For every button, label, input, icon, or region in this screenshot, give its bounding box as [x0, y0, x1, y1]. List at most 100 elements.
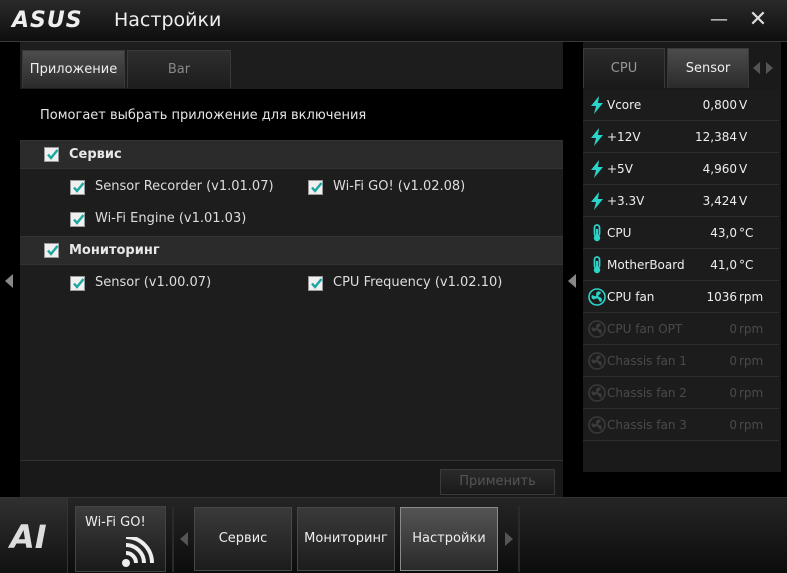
sensor-row: MotherBoard 41,0 °C [583, 250, 779, 281]
category-monitoring-label: Мониторинг [69, 243, 160, 258]
sensor-unit: rpm [739, 418, 764, 432]
sensor-value: 12,384 [695, 130, 737, 144]
divider [518, 506, 520, 572]
sensor-row: Vcore 0,800 V [583, 90, 779, 121]
sensor-name: +12V [607, 130, 641, 144]
category-service: Сервис [20, 140, 563, 169]
sensor-row: Chassis fan 1 0 rpm [583, 346, 779, 377]
ai-suite-logo-text: AI [10, 518, 47, 556]
description-text: Помогает выбрать приложение для включени… [20, 89, 563, 140]
sensor-name: MotherBoard [607, 258, 685, 272]
tab-application[interactable]: Приложение [22, 50, 125, 88]
checkmark-icon [73, 278, 85, 289]
sensor-value: 0 [729, 418, 737, 432]
service-items: Sensor Recorder (v1.01.07) Wi-Fi GO! (v1… [20, 170, 563, 234]
item-sensor-checkbox[interactable] [70, 276, 85, 291]
tab-bar: Приложение Bar [20, 48, 563, 88]
checkmark-icon [311, 182, 323, 193]
sensor-row: Chassis fan 3 0 rpm [583, 410, 779, 441]
voltage-icon [588, 128, 606, 146]
checkmark-icon [73, 182, 85, 193]
sensor-name: +3.3V [607, 194, 645, 208]
nav-button-monitoring[interactable]: Мониторинг [297, 507, 395, 571]
settings-panel: Приложение Bar Помогает выбрать приложен… [20, 42, 563, 497]
tab-sensor[interactable]: Sensor [667, 48, 749, 88]
sensor-value: 3,424 [702, 194, 737, 208]
sensor-name: Chassis fan 1 [607, 354, 687, 368]
sensor-unit: rpm [739, 290, 764, 304]
sensor-value: 41,0 [710, 258, 737, 272]
sensor-name: +5V [607, 162, 633, 176]
scroll-left-arrow-icon[interactable] [5, 274, 13, 288]
sensor-value: 0 [729, 386, 737, 400]
bottom-scroll-right-icon[interactable] [505, 532, 513, 546]
sensor-name: Chassis fan 2 [607, 386, 687, 400]
sensor-value: 0 [729, 322, 737, 336]
window-title: Настройки [114, 9, 222, 31]
sensor-unit: rpm [739, 354, 764, 368]
checkmark-icon [47, 149, 59, 160]
voltage-icon [588, 96, 606, 114]
nav-button-service[interactable]: Сервис [194, 507, 292, 571]
sensor-value: 0 [729, 354, 737, 368]
tab-scroll-arrows-icon[interactable] [753, 62, 773, 77]
wifi-signal-icon [122, 537, 154, 567]
sensor-row: CPU 43,0 °C [583, 218, 779, 249]
category-monitoring-checkbox[interactable] [44, 243, 59, 258]
item-sensor-recorder-checkbox[interactable] [70, 180, 85, 195]
sensor-unit: V [739, 194, 748, 208]
sensor-name: CPU fan OPT [607, 322, 683, 336]
wifi-go-tile-label: Wi-Fi GO! [85, 515, 146, 530]
fan-icon [588, 416, 606, 434]
sensor-unit: V [739, 162, 748, 176]
sensor-row: CPU fan OPT 0 rpm [583, 314, 779, 345]
fan-icon [588, 320, 606, 338]
sensor-unit: °C [739, 258, 754, 272]
sensor-row: CPU fan 1036 rpm [583, 282, 779, 313]
bottom-bar: AI Wi-Fi GO! Сервис Мониторинг Настройки [0, 497, 787, 573]
apply-button[interactable]: Применить [440, 469, 555, 495]
sensor-row: +5V 4,960 V [583, 154, 779, 185]
item-sensor-label: Sensor (v1.00.07) [95, 275, 212, 290]
item-wifi-engine-checkbox[interactable] [70, 212, 85, 227]
item-wifi-engine-label: Wi-Fi Engine (v1.01.03) [95, 211, 247, 226]
sensor-unit: V [739, 130, 748, 144]
tab-bar-settings[interactable]: Bar [127, 50, 231, 88]
item-wifi-go-checkbox[interactable] [308, 180, 323, 195]
close-button[interactable]: ✕ [743, 6, 773, 34]
sensor-value: 43,0 [710, 226, 737, 240]
checkmark-icon [311, 278, 323, 289]
ai-suite-logo: AI [0, 498, 68, 573]
item-sensor-recorder-label: Sensor Recorder (v1.01.07) [95, 179, 274, 194]
category-monitoring: Мониторинг [20, 236, 563, 265]
bottom-scroll-left-icon[interactable] [180, 532, 188, 546]
monitoring-items: Sensor (v1.00.07) CPU Frequency (v1.02.1… [20, 266, 563, 300]
category-service-label: Сервис [69, 147, 122, 162]
sensor-name: Chassis fan 3 [607, 418, 687, 432]
fan-icon [588, 288, 606, 306]
checkmark-icon [47, 245, 59, 256]
asus-logo: ASUS [12, 8, 83, 33]
sensor-value: 0,800 [702, 98, 737, 112]
item-cpu-frequency-checkbox[interactable] [308, 276, 323, 291]
wifi-go-tile[interactable]: Wi-Fi GO! [75, 506, 166, 572]
voltage-icon [588, 192, 606, 210]
nav-button-settings[interactable]: Настройки [400, 507, 498, 571]
fan-icon [588, 384, 606, 402]
tab-cpu[interactable]: CPU [583, 48, 665, 88]
item-cpu-frequency-label: CPU Frequency (v1.02.10) [333, 275, 503, 290]
sensor-row: +12V 12,384 V [583, 122, 779, 153]
sensor-row: +3.3V 3,424 V [583, 186, 779, 217]
sensor-name: CPU [607, 226, 632, 240]
sensor-value: 4,960 [702, 162, 737, 176]
sensor-name: Vcore [607, 98, 642, 112]
sensor-unit: rpm [739, 386, 764, 400]
collapse-panel-arrow-icon[interactable] [568, 274, 576, 288]
thermometer-icon [588, 224, 606, 242]
minimize-button[interactable]: — [704, 6, 734, 34]
category-service-checkbox[interactable] [44, 147, 59, 162]
checkmark-icon [73, 214, 85, 225]
divider [172, 506, 174, 572]
item-wifi-go-label: Wi-Fi GO! (v1.02.08) [333, 179, 466, 194]
title-bar: ASUS Настройки — ✕ [0, 0, 787, 42]
